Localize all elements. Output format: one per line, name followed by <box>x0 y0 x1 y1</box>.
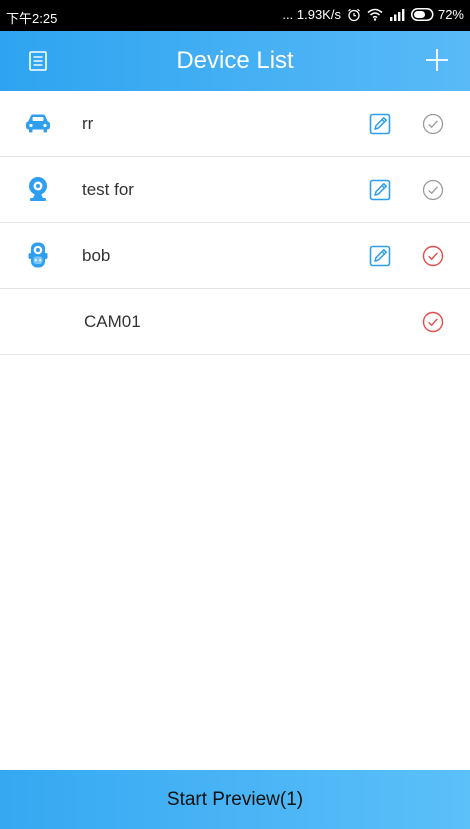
baby-monitor-icon <box>24 241 52 269</box>
status-indicators: ... 1.93K/s 72% <box>282 7 464 22</box>
alarm-clock-icon <box>347 8 361 22</box>
edit-icon[interactable] <box>368 244 392 268</box>
device-name: test for <box>82 180 134 199</box>
webcam-icon <box>24 175 52 203</box>
device-name: CAM01 <box>84 312 141 331</box>
select-check-icon[interactable] <box>421 310 445 334</box>
network-speed: ... 1.93K/s <box>282 7 341 22</box>
status-time: 下午2:25 <box>6 11 58 26</box>
device-list: rr test for bob CAM01 <box>0 91 470 355</box>
device-row[interactable]: bob <box>0 223 470 289</box>
battery-indicator: 72% <box>410 7 464 22</box>
plus-icon[interactable] <box>424 47 450 73</box>
device-row[interactable]: rr <box>0 91 470 157</box>
start-preview-button[interactable]: Start Preview(1) <box>0 770 470 829</box>
select-check-icon[interactable] <box>421 178 445 202</box>
edit-icon[interactable] <box>368 178 392 202</box>
signal-icon <box>389 8 405 21</box>
wifi-icon <box>367 8 383 21</box>
car-icon <box>24 109 52 137</box>
battery-percent: 72% <box>437 7 464 22</box>
device-name: bob <box>82 246 111 265</box>
device-row[interactable]: CAM01 <box>0 289 470 355</box>
select-check-icon[interactable] <box>421 112 445 136</box>
device-name: rr <box>82 114 94 133</box>
device-row[interactable]: test for <box>0 157 470 223</box>
edit-icon[interactable] <box>368 112 392 136</box>
status-bar: 下午2:25 ... 1.93K/s 72% <box>0 0 470 31</box>
app-header: Device List <box>0 31 470 91</box>
select-check-icon[interactable] <box>421 244 445 268</box>
battery-icon <box>410 8 434 21</box>
page-title: Device List <box>176 47 294 74</box>
